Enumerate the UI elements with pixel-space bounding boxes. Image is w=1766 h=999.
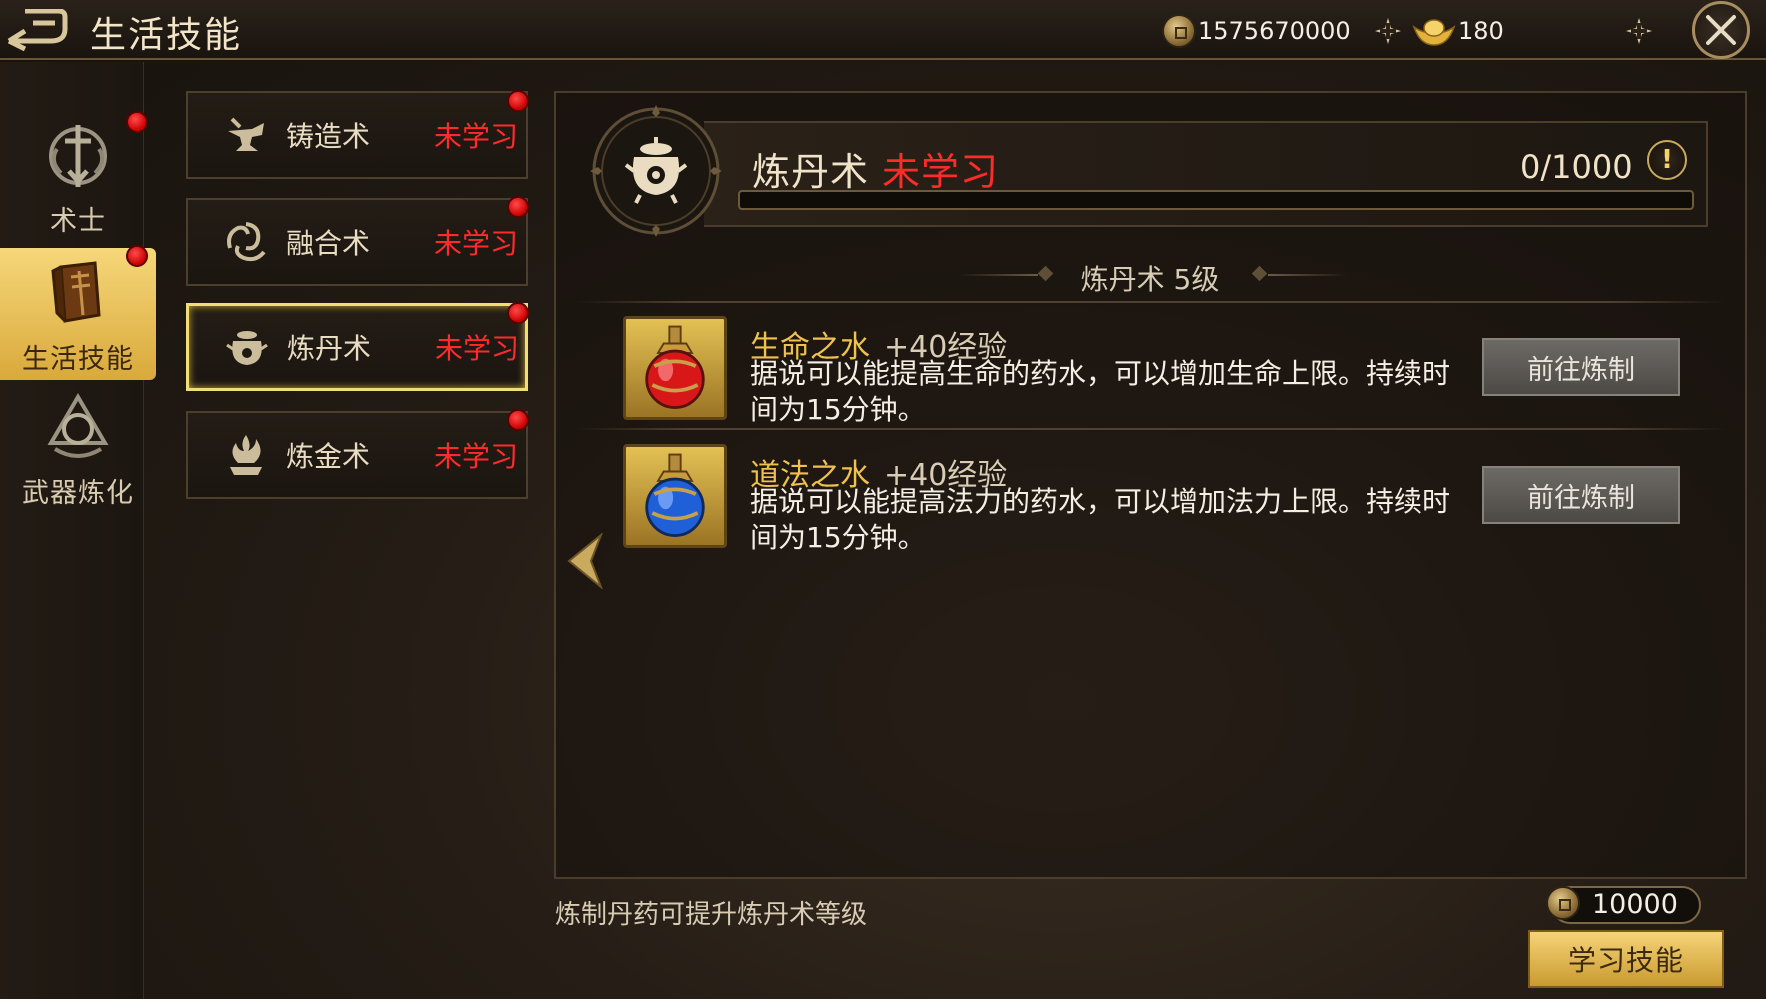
rail-item-weapon-refine[interactable]: 武器炼化	[0, 384, 156, 514]
add-gold-button[interactable]	[1373, 16, 1403, 46]
hint-text: 炼制丹药可提升炼丹术等级	[555, 900, 868, 930]
title-divider	[1268, 274, 1348, 276]
gold-currency: 1575670000	[1162, 14, 1351, 48]
skill-name: 炼金术	[286, 440, 371, 473]
skill-item-fusion[interactable]: 融合术 未学习	[186, 198, 528, 286]
info-button[interactable]: !	[1647, 140, 1687, 180]
recipe-description: 据说可以能提高生命的药水，可以增加生命上限。持续时间为15分钟。	[750, 357, 1451, 426]
notification-dot	[126, 245, 148, 267]
red-potion-icon	[645, 325, 705, 409]
warlock-emblem-icon	[49, 125, 107, 187]
skill-item-forging[interactable]: 铸造术 未学习	[186, 91, 528, 179]
rail-item-label: 武器炼化	[22, 478, 134, 509]
learn-cost: 10000	[1592, 889, 1678, 920]
selected-skill-status: 未学习	[882, 150, 1000, 194]
gold-amount: 1575670000	[1198, 17, 1351, 45]
recipe-item-icon	[623, 316, 727, 420]
row-divider	[576, 428, 1726, 430]
skill-name: 炼丹术	[287, 332, 372, 365]
skill-name: 融合术	[286, 227, 371, 260]
cauldron-emblem-icon	[590, 105, 722, 237]
learn-skill-button[interactable]: 学习技能	[1528, 930, 1724, 988]
alchemy-fire-icon	[230, 435, 262, 475]
exclamation-icon: !	[1661, 145, 1673, 175]
book-icon	[51, 261, 101, 323]
close-icon	[1706, 15, 1736, 45]
back-button[interactable]	[4, 8, 72, 52]
notification-dot	[507, 90, 529, 112]
recipe-description: 据说可以能提高法力的药水，可以增加法力上限。持续时间为15分钟。	[750, 485, 1451, 554]
goto-craft-button[interactable]: 前往炼制	[1482, 338, 1680, 396]
level-title: 炼丹术 5级	[1080, 263, 1220, 296]
anvil-icon	[228, 117, 264, 151]
skill-item-alchemy-gold[interactable]: 炼金术 未学习	[186, 411, 528, 499]
plus-icon	[1626, 18, 1652, 44]
rail-item-label: 术士	[50, 206, 106, 237]
rail-item-label: 生活技能	[22, 344, 134, 375]
close-button[interactable]	[1692, 1, 1750, 59]
back-arrow-icon	[7, 9, 68, 51]
weapon-refine-emblem-icon	[47, 393, 109, 458]
blue-potion-icon	[645, 453, 705, 537]
top-bar: 生活技能 1575670000 180	[0, 0, 1766, 60]
swirl-icon	[227, 222, 266, 262]
goto-craft-button[interactable]: 前往炼制	[1482, 466, 1680, 524]
row-divider	[576, 301, 1726, 303]
coin-icon	[1162, 14, 1196, 48]
skill-progress-bar	[738, 190, 1694, 210]
ingot-amount: 180	[1458, 17, 1504, 45]
skill-status: 未学习	[434, 440, 519, 473]
notification-dot	[507, 302, 529, 324]
add-ingot-button[interactable]	[1624, 16, 1654, 46]
plus-icon	[1375, 18, 1401, 44]
cauldron-icon	[226, 331, 268, 365]
ingot-currency: 180	[1412, 14, 1504, 48]
gold-ingot-icon	[1412, 15, 1456, 47]
skill-progress-text: 0/1000	[1520, 148, 1633, 186]
coin-icon	[1546, 886, 1580, 920]
skill-name: 铸造术	[286, 120, 371, 153]
selected-skill-name: 炼丹术	[752, 150, 870, 194]
prev-page-arrow-icon[interactable]	[565, 533, 605, 589]
notification-dot	[507, 409, 529, 431]
skill-status: 未学习	[434, 120, 519, 153]
notification-dot	[507, 196, 529, 218]
skill-item-alchemy-pills[interactable]: 炼丹术 未学习	[186, 303, 528, 391]
page-title: 生活技能	[90, 15, 243, 56]
rail-item-life-skills[interactable]: 生活技能	[0, 248, 156, 380]
notification-dot	[126, 111, 148, 133]
skill-status: 未学习	[435, 332, 520, 365]
recipe-item-icon	[623, 444, 727, 548]
skill-status: 未学习	[434, 227, 519, 260]
